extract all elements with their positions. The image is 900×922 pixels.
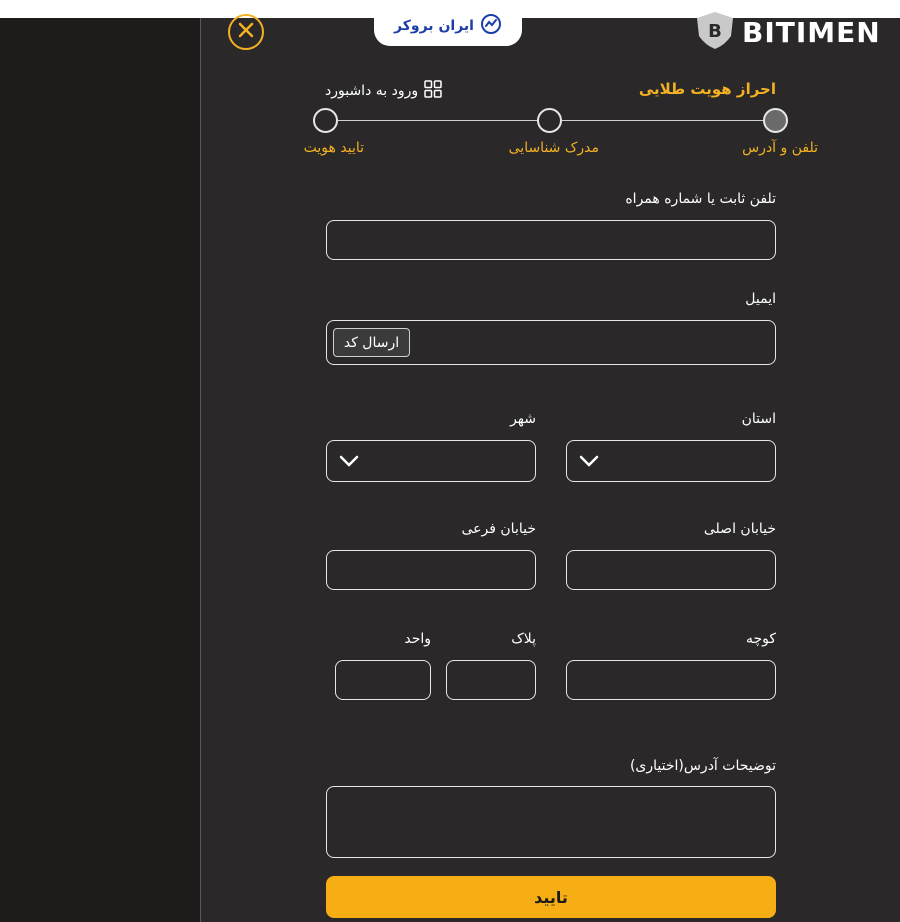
step-3-circle: [313, 108, 338, 133]
side-street-input[interactable]: [326, 550, 536, 590]
brand-logo: B BITIMEN: [694, 10, 881, 54]
side-street-label: خیابان فرعی: [461, 521, 536, 537]
submit-button[interactable]: تایید: [326, 876, 776, 918]
city-label: شهر: [510, 411, 536, 427]
dashboard-link[interactable]: ورود به داشبورد: [325, 80, 442, 102]
partner-tab[interactable]: ایران بروکر: [374, 6, 522, 46]
chevron-down-icon: [339, 453, 359, 472]
step-2-circle: [537, 108, 562, 133]
chevron-down-icon: [579, 453, 599, 472]
plate-label: پلاک: [511, 631, 536, 647]
city-select[interactable]: [326, 440, 536, 482]
province-label: استان: [741, 411, 776, 427]
left-pane: [0, 18, 201, 922]
svg-text:B: B: [708, 21, 722, 42]
step-2-label: مدرک شناسایی: [508, 140, 599, 156]
email-label: ایمیل: [745, 291, 776, 307]
address-desc-textarea[interactable]: [326, 786, 776, 858]
main-street-input[interactable]: [566, 550, 776, 590]
close-button[interactable]: [228, 14, 264, 50]
email-input[interactable]: ارسال کد: [326, 320, 776, 365]
unit-input[interactable]: [335, 660, 431, 700]
send-code-button[interactable]: ارسال کد: [333, 328, 410, 357]
brand-name: BITIMEN: [742, 15, 881, 49]
province-select[interactable]: [566, 440, 776, 482]
alley-input[interactable]: [566, 660, 776, 700]
step-3-label: تایید هویت: [303, 140, 364, 156]
step-1-label: تلفن و آدرس: [742, 140, 818, 156]
page-title: احراز هویت طلایی: [638, 80, 776, 98]
grid-icon: [424, 80, 442, 102]
partner-tab-label: ایران بروکر: [394, 18, 474, 34]
address-desc-label: توضیحات آدرس(اختیاری): [629, 758, 776, 774]
dashboard-link-label: ورود به داشبورد: [325, 83, 419, 99]
close-x-icon: [236, 20, 256, 44]
step-1-circle: [763, 108, 788, 133]
alley-label: کوچه: [745, 631, 776, 647]
phone-input[interactable]: [326, 220, 776, 260]
unit-label: واحد: [404, 631, 431, 647]
trend-icon: [480, 13, 502, 39]
phone-label: تلفن ثابت یا شماره همراه: [625, 191, 776, 207]
shield-logo-icon: B: [694, 10, 736, 54]
main-street-label: خیابان اصلی: [703, 521, 776, 537]
plate-input[interactable]: [446, 660, 536, 700]
